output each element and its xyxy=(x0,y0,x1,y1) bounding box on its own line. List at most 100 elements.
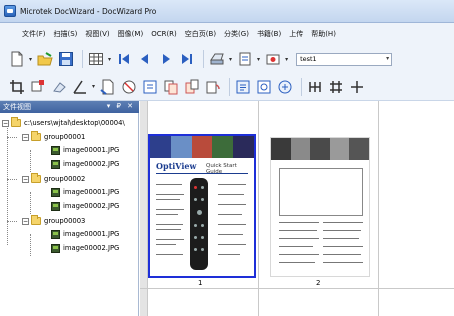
text-line xyxy=(323,246,363,247)
profile-combobox[interactable]: test1 ▾ xyxy=(296,52,393,66)
menu-book[interactable]: 书籍(B) xyxy=(257,29,281,39)
rotate-page-icon[interactable] xyxy=(204,78,222,96)
split-pages-icon[interactable] xyxy=(183,78,201,96)
menu-image[interactable]: 图像(M) xyxy=(118,29,144,39)
text-line xyxy=(156,224,183,225)
toolbar-separator xyxy=(301,77,303,96)
open-folder-icon[interactable] xyxy=(36,50,54,68)
remove-blank-icon[interactable] xyxy=(120,78,138,96)
grid-dropdown-arrow-icon[interactable]: ▾ xyxy=(108,56,111,63)
scanner-icon[interactable] xyxy=(208,50,226,68)
new-dropdown-arrow-icon[interactable]: ▾ xyxy=(29,56,32,63)
text-line xyxy=(156,209,184,210)
page-number-1: 1 xyxy=(198,279,203,287)
tree-file-label: image00002.JPG xyxy=(63,202,120,210)
collapse-icon[interactable]: − xyxy=(2,119,9,127)
tree-group-label: group00002 xyxy=(44,175,86,183)
panel-controls[interactable]: ▾ ₽ ✕ xyxy=(107,102,135,110)
menu-help[interactable]: 帮助(H) xyxy=(311,29,336,39)
text-line xyxy=(156,194,184,195)
grid-view-icon[interactable] xyxy=(87,50,105,68)
tree-file-item[interactable]: image00001.JPG xyxy=(51,228,119,240)
chevron-down-icon[interactable]: ▾ xyxy=(386,55,389,62)
first-page-icon[interactable] xyxy=(115,50,133,68)
thumbnail-brand: OptiView xyxy=(156,161,197,171)
scan-page-dropdown-arrow-icon[interactable]: ▾ xyxy=(257,56,260,63)
deskew-icon[interactable] xyxy=(71,78,89,96)
page-thumbnail-2[interactable] xyxy=(270,137,370,277)
auto-crop-icon[interactable] xyxy=(99,78,117,96)
text-line xyxy=(279,254,319,255)
tree-file-item[interactable]: image00001.JPG xyxy=(51,144,119,156)
save-icon[interactable] xyxy=(57,50,75,68)
menu-scan[interactable]: 扫描(S) xyxy=(54,29,78,39)
page-number-2: 2 xyxy=(316,279,321,287)
fill-color-icon[interactable] xyxy=(29,78,47,96)
diagram-box xyxy=(279,168,363,216)
tree-file-label: image00001.JPG xyxy=(63,230,120,238)
scan-to-page-icon[interactable] xyxy=(236,50,254,68)
tree-root-folder[interactable]: − c:\users\wjtal\desktop\00004\ xyxy=(2,117,125,129)
previous-page-icon[interactable] xyxy=(136,50,154,68)
eraser-icon[interactable] xyxy=(50,78,68,96)
tree-group-folder[interactable]: − group00001 xyxy=(22,131,85,143)
new-document-icon[interactable] xyxy=(8,50,26,68)
ocr-export-icon[interactable] xyxy=(276,78,294,96)
thumbnail-rule xyxy=(156,173,248,174)
profile-combobox-value: test1 xyxy=(300,55,317,63)
image-file-icon xyxy=(51,229,60,239)
page-thumbnail-1[interactable]: OptiView Quick Start Guide xyxy=(148,134,256,278)
scan-settings-dropdown-arrow-icon[interactable]: ▾ xyxy=(285,56,288,63)
crop-icon[interactable] xyxy=(8,78,26,96)
grid-line xyxy=(140,288,454,289)
text-line xyxy=(156,184,182,185)
tree-file-item[interactable]: image00002.JPG xyxy=(51,200,119,212)
tree-group-label: group00001 xyxy=(44,133,86,141)
layout-split-icon[interactable] xyxy=(348,78,366,96)
collapse-icon[interactable]: − xyxy=(22,133,29,141)
edit-toolbar: ▾ xyxy=(0,73,454,101)
last-page-icon[interactable] xyxy=(178,50,196,68)
page-settings-icon[interactable] xyxy=(141,78,159,96)
text-line xyxy=(218,184,246,185)
menu-classify[interactable]: 分类(G) xyxy=(224,29,249,39)
ocr-text-icon[interactable] xyxy=(255,78,273,96)
panel-title: 文件视图 xyxy=(3,103,31,111)
text-line xyxy=(156,254,183,255)
menu-view[interactable]: 视图(V) xyxy=(85,29,109,39)
layout-columns-icon[interactable] xyxy=(306,78,324,96)
tree-group-folder[interactable]: − group00002 xyxy=(22,173,85,185)
tree-group-folder[interactable]: − group00003 xyxy=(22,215,85,227)
tree-line xyxy=(7,137,17,138)
menu-blank-page[interactable]: 空白页(B) xyxy=(185,29,216,39)
next-page-icon[interactable] xyxy=(157,50,175,68)
layout-grid-icon[interactable] xyxy=(327,78,345,96)
text-line xyxy=(156,244,176,245)
merge-pages-icon[interactable] xyxy=(162,78,180,96)
toolbar-separator xyxy=(203,50,205,68)
text-line xyxy=(156,199,180,200)
folder-icon xyxy=(31,215,41,225)
tree-group-label: group00003 xyxy=(44,217,86,225)
menu-file[interactable]: 文件(F) xyxy=(22,29,46,39)
ocr-page-icon[interactable] xyxy=(234,78,252,96)
scanner-dropdown-arrow-icon[interactable]: ▾ xyxy=(229,56,232,63)
tree-line xyxy=(7,221,17,222)
collapse-icon[interactable]: − xyxy=(22,217,29,225)
deskew-dropdown-arrow-icon[interactable]: ▾ xyxy=(92,83,95,90)
collapse-icon[interactable]: − xyxy=(22,175,29,183)
tree-file-item[interactable]: image00002.JPG xyxy=(51,242,119,254)
tree-file-label: image00001.JPG xyxy=(63,146,120,154)
text-line xyxy=(279,262,315,263)
tree-line xyxy=(30,234,31,256)
tree-file-item[interactable]: image00001.JPG xyxy=(51,186,119,198)
text-line xyxy=(323,262,363,263)
tree-line xyxy=(30,150,31,172)
thumbnail-view: OptiView Quick Start Guide 1 2 xyxy=(140,101,454,316)
tree-file-item[interactable]: image00002.JPG xyxy=(51,158,119,170)
window-title: Microtek DocWizard - DocWizard Pro xyxy=(20,6,157,16)
menu-ocr[interactable]: OCR(R) xyxy=(151,30,177,38)
scan-settings-icon[interactable] xyxy=(264,50,282,68)
tree-file-label: image00002.JPG xyxy=(63,160,120,168)
menu-upload[interactable]: 上传 xyxy=(289,29,303,39)
